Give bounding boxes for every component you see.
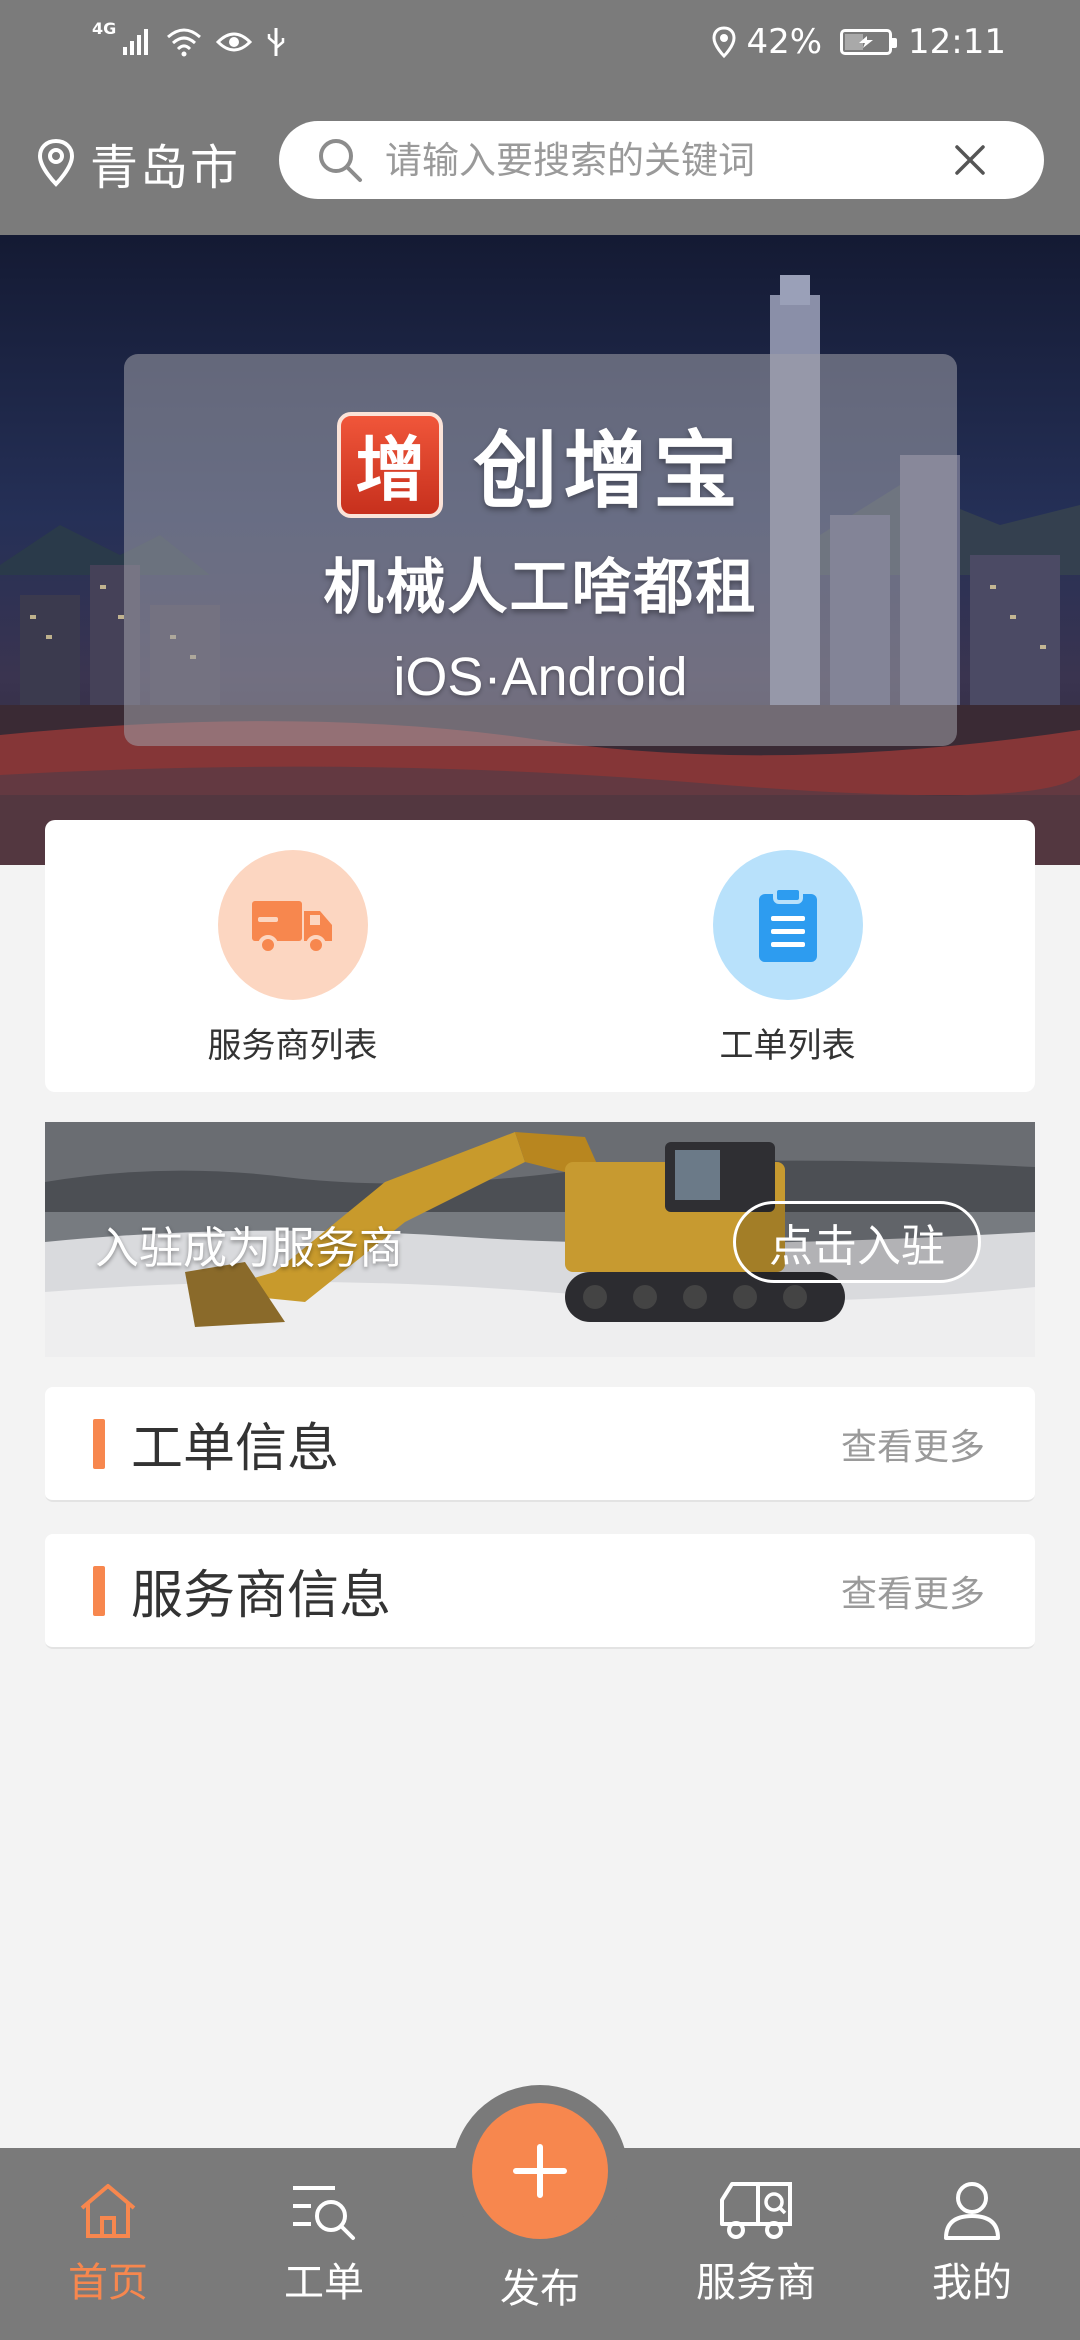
publish-button[interactable] [472, 2103, 608, 2239]
provider-list-button[interactable]: 服务商列表 [45, 820, 540, 1092]
provider-truck-icon [720, 2182, 792, 2239]
truck-icon-circle [217, 850, 368, 1000]
clipboard-icon [758, 886, 817, 962]
top-header: 4G 42% 12:11 青岛市 请输入要搜索的关键词 [0, 0, 1080, 235]
quick-actions-card: 服务商列表 工单列表 [45, 820, 1035, 1092]
usb-icon [266, 26, 286, 58]
battery-percent: 42% [746, 22, 823, 62]
clipboard-icon-circle [712, 850, 863, 1000]
user-icon [944, 2182, 1000, 2240]
provider-info-section: 服务商信息 查看更多 [45, 1534, 1035, 1649]
nav-home[interactable]: 首页 [0, 2148, 216, 2340]
plus-icon [513, 2144, 567, 2198]
search-input[interactable] [385, 130, 952, 190]
provider-info-title: 服务商信息 [131, 1566, 392, 1626]
wifi-icon [166, 27, 202, 57]
nav-providers-label: 服务商 [696, 2260, 816, 2306]
nav-mine-label: 我的 [932, 2260, 1012, 2306]
status-left: 4G [92, 18, 286, 64]
order-info-more-link[interactable]: 查看更多 [841, 1418, 985, 1470]
status-right: 42% 12:11 [712, 20, 1006, 64]
home-icon [80, 2184, 136, 2238]
order-list-button[interactable]: 工单列表 [540, 820, 1035, 1092]
nav-orders-label: 工单 [284, 2260, 364, 2306]
provider-list-label: 服务商列表 [207, 1026, 378, 1066]
order-info-title: 工单信息 [131, 1419, 340, 1479]
hero-slogan: 机械人工啥都租 [323, 553, 758, 623]
brand-name: 创增宝 [473, 422, 744, 520]
hero-banner[interactable]: 增 创增宝 机械人工啥都租 iOS·Android [0, 235, 1080, 865]
map-pin-icon [36, 138, 76, 188]
join-banner[interactable]: 入驻成为服务商 点击入驻 [45, 1122, 1035, 1357]
section-accent-bar [93, 1418, 105, 1469]
city-name: 青岛市 [90, 140, 241, 196]
provider-info-more-link[interactable]: 查看更多 [841, 1565, 985, 1617]
battery-icon [840, 29, 898, 55]
brand-logo: 增 [337, 411, 444, 518]
status-bar: 4G 42% 12:11 [0, 0, 1080, 84]
hero-card: 增 创增宝 机械人工啥都租 iOS·Android [124, 354, 957, 746]
signal-icon [122, 27, 152, 57]
nav-orders[interactable]: 工单 [216, 2148, 432, 2340]
close-icon[interactable] [952, 142, 988, 178]
order-info-section: 工单信息 查看更多 [45, 1387, 1035, 1502]
location-status-icon [712, 26, 736, 58]
hero-platforms: iOS·Android [393, 647, 688, 707]
nav-publish-label: 发布 [500, 2266, 580, 2312]
search-icon [319, 139, 362, 182]
network-type: 4G [92, 18, 117, 38]
order-list-label: 工单列表 [719, 1026, 856, 1066]
section-accent-bar [93, 1565, 105, 1616]
nav-providers[interactable]: 服务商 [648, 2148, 864, 2340]
search-bar[interactable] [279, 121, 1044, 199]
join-button[interactable]: 点击入驻 [733, 1201, 981, 1283]
clock-time: 12:11 [908, 22, 1006, 62]
brand-row: 增 创增宝 [337, 404, 743, 525]
order-search-icon [293, 2186, 355, 2240]
eye-icon [216, 28, 253, 56]
nav-home-label: 首页 [68, 2260, 148, 2306]
city-selector[interactable]: 青岛市 [36, 130, 240, 196]
truck-icon [251, 901, 332, 955]
join-banner-text: 入驻成为服务商 [95, 1223, 403, 1274]
nav-mine[interactable]: 我的 [864, 2148, 1080, 2340]
